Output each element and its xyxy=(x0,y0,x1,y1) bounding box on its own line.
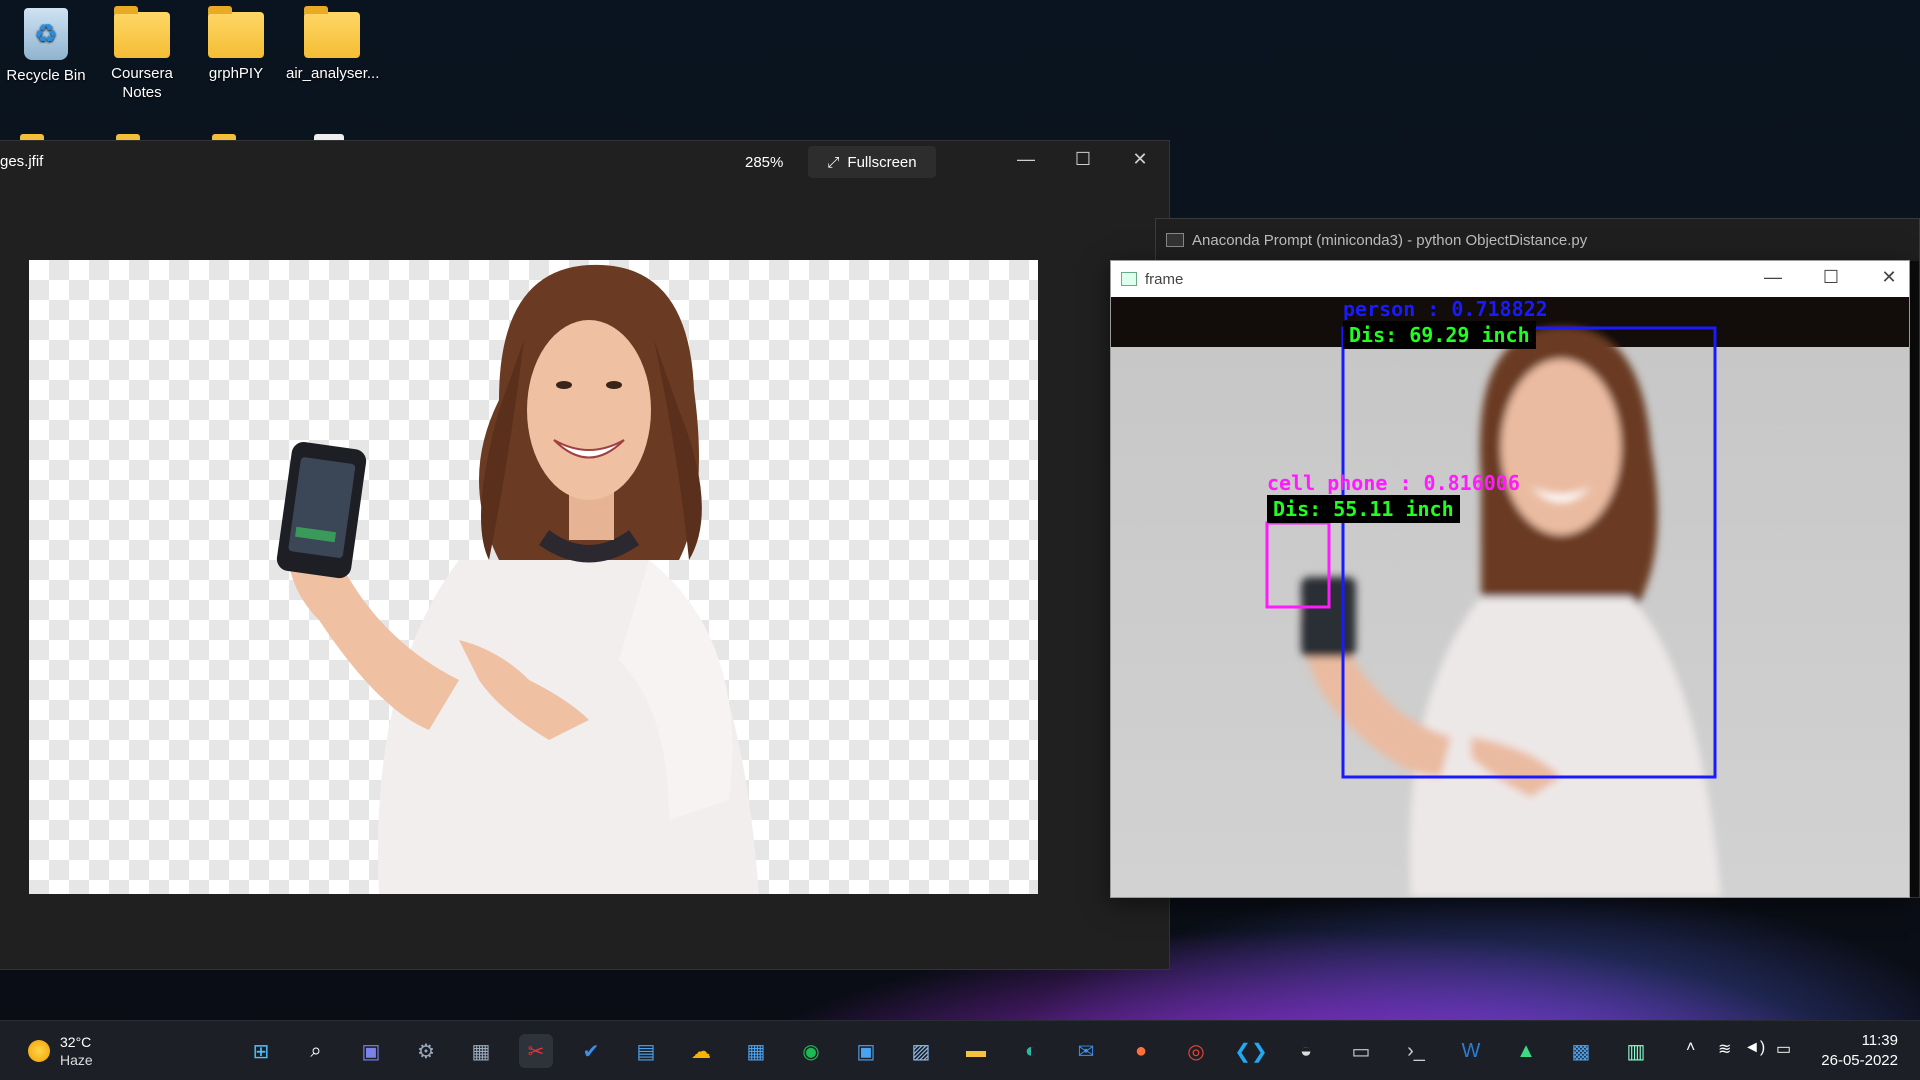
calculator-icon[interactable]: ▦ xyxy=(464,1034,498,1068)
fullscreen-label: Fullscreen xyxy=(847,153,917,171)
frame-title-bar: frame — ☐ ✕ xyxy=(1111,261,1909,297)
file-explorer-icon[interactable]: ▬ xyxy=(959,1034,993,1068)
folder-icon xyxy=(208,6,264,58)
notepad-icon[interactable]: ▤ xyxy=(629,1034,663,1068)
firefox-icon[interactable]: ● xyxy=(1124,1034,1158,1068)
news-icon[interactable]: ▣ xyxy=(849,1034,883,1068)
anaconda-title-bar: Anaconda Prompt (miniconda3) - python Ob… xyxy=(1156,219,1919,261)
desktop-icon-label: Recycle Bin xyxy=(6,67,86,84)
weather-app-icon[interactable]: ☁ xyxy=(684,1034,718,1068)
desktop-icon-label: Coursera Notes xyxy=(111,65,173,101)
weather-desc: Haze xyxy=(60,1052,93,1068)
woman-with-phone-image xyxy=(276,264,759,894)
terminal-icon xyxy=(1166,233,1184,247)
close-button[interactable]: ✕ xyxy=(1869,267,1909,288)
weather-sun-icon xyxy=(28,1040,50,1062)
wifi-icon[interactable]: ≋ xyxy=(1718,1039,1731,1059)
pictures-icon[interactable]: ▩ xyxy=(1564,1034,1598,1068)
frame-title: frame xyxy=(1145,270,1184,288)
clock-date: 26-05-2022 xyxy=(1821,1052,1898,1069)
folder-icon xyxy=(114,6,170,58)
weather-temp: 32°C xyxy=(60,1034,92,1050)
desktop-icon-label: air_analyser... xyxy=(286,65,380,82)
volume-icon[interactable]: ◄) xyxy=(1744,1039,1765,1057)
edge-icon[interactable]: ◐ xyxy=(1014,1034,1048,1068)
spotify-icon[interactable]: ◉ xyxy=(794,1034,828,1068)
taskbar: 32°C Haze ⊞ ⌕ ▣ ⚙ ▦ ✂ ✔ ▤ ☁ ▦ ◉ ▣ ▨ ▬ ◐ … xyxy=(0,1020,1920,1080)
android-studio-icon[interactable]: ▲ xyxy=(1509,1034,1543,1068)
desktop-icon-recycle-bin[interactable]: ♻ Recycle Bin xyxy=(0,0,92,85)
app-window-icon[interactable]: ▥ xyxy=(1619,1034,1653,1068)
minimize-button[interactable]: — xyxy=(1006,149,1046,170)
folder-icon xyxy=(304,6,360,58)
photos-icon[interactable]: ▨ xyxy=(904,1034,938,1068)
clock[interactable]: 11:39 26-05-2022 xyxy=(1821,1031,1898,1071)
fullscreen-button[interactable]: ⤢ Fullscreen xyxy=(808,146,936,178)
image-canvas[interactable] xyxy=(29,260,1038,894)
expand-icon: ⤢ xyxy=(827,153,840,171)
snipping-tool-icon[interactable]: ✂ xyxy=(519,1034,553,1068)
photos-title: ges.jfif xyxy=(0,153,44,170)
eclipse-icon[interactable]: ◒ xyxy=(1289,1034,1323,1068)
maximize-button[interactable]: ☐ xyxy=(1811,267,1851,288)
settings-icon[interactable]: ⚙ xyxy=(409,1034,443,1068)
desktop-icon-label: grphPIY xyxy=(208,65,264,82)
start-icon[interactable]: ⊞ xyxy=(244,1034,278,1068)
calendar-icon[interactable]: ▦ xyxy=(739,1034,773,1068)
todo-icon[interactable]: ✔ xyxy=(574,1034,608,1068)
camera-frame-image xyxy=(1265,326,1721,897)
weather-widget[interactable]: 32°C Haze xyxy=(28,1033,93,1069)
mail-icon[interactable]: ✉ xyxy=(1069,1034,1103,1068)
zoom-level[interactable]: 285% xyxy=(745,154,783,171)
vscode-icon[interactable]: ❮❯ xyxy=(1234,1034,1268,1068)
search-icon[interactable]: ⌕ xyxy=(299,1034,333,1068)
desktop-icon-air-analyser[interactable]: air_analyser... xyxy=(286,0,380,83)
anaconda-title: Anaconda Prompt (miniconda3) - python Ob… xyxy=(1192,231,1588,249)
desktop-icon-coursera-notes[interactable]: Coursera Notes xyxy=(96,0,188,102)
photos-window: ges.jfif 285% ⤢ Fullscreen — ☐ ✕ xyxy=(0,140,1170,970)
close-button[interactable]: ✕ xyxy=(1120,149,1160,170)
battery-icon[interactable]: ▭ xyxy=(1776,1039,1791,1059)
clock-time: 11:39 xyxy=(1861,1032,1898,1049)
frame-window: frame — ☐ ✕ person : 0.718822 Dis: 69.29… xyxy=(1110,260,1910,898)
chevron-up-icon[interactable]: ˄ xyxy=(1686,1039,1695,1057)
word-icon[interactable]: W xyxy=(1454,1034,1488,1068)
maximize-button[interactable]: ☐ xyxy=(1063,149,1103,170)
photos-title-bar: ges.jfif 285% ⤢ Fullscreen — ☐ ✕ xyxy=(0,141,1169,183)
desktop-icon-grphpiy[interactable]: grphPIY xyxy=(190,0,282,83)
cmd-icon[interactable]: ›_ xyxy=(1399,1034,1433,1068)
phone-detection-label: cell phone : 0.816006 xyxy=(1267,471,1520,495)
camera-frame-view: person : 0.718822 Dis: 69.29 inch cell p… xyxy=(1111,297,1909,897)
chat-icon[interactable]: ▣ xyxy=(354,1034,388,1068)
phone-distance-label: Dis: 55.11 inch xyxy=(1267,495,1460,523)
app-icon xyxy=(1121,272,1137,286)
terminal-icon[interactable]: ▭ xyxy=(1344,1034,1378,1068)
minimize-button[interactable]: — xyxy=(1753,267,1793,288)
person-distance-label: Dis: 69.29 inch xyxy=(1343,321,1536,349)
person-detection-label: person : 0.718822 xyxy=(1343,297,1548,321)
recycle-bin-icon: ♻ xyxy=(24,8,68,60)
chrome-icon[interactable]: ◎ xyxy=(1179,1034,1213,1068)
